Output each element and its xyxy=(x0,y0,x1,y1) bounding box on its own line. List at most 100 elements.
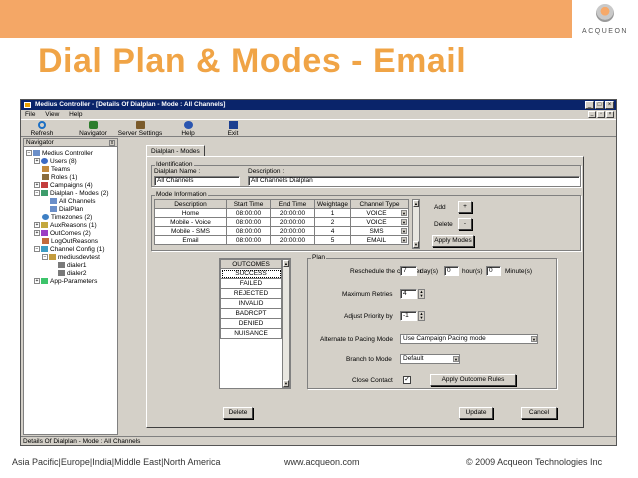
days-input[interactable]: 7 xyxy=(400,266,417,276)
channel-type-cell[interactable]: VOICE ▼ xyxy=(350,208,409,218)
menu-view[interactable]: View xyxy=(45,111,59,118)
mdi-close-button[interactable]: × xyxy=(606,111,614,118)
outcome-item-badrcpt[interactable]: BADRCPT xyxy=(220,308,282,319)
dropdown-arrow-icon[interactable]: ▼ xyxy=(531,336,537,342)
minutes-input[interactable]: 0 xyxy=(486,266,501,276)
cell[interactable]: 08:00:00 xyxy=(226,235,271,245)
toolbar-refresh-button[interactable]: Refresh xyxy=(27,121,57,137)
tree-item-mediusdevtest[interactable]: − mediusdevtest xyxy=(42,254,100,262)
collapse-icon[interactable]: − xyxy=(34,190,40,197)
dropdown-arrow-icon[interactable]: ▼ xyxy=(453,356,459,362)
tab-dialplan-modes[interactable]: Dialplan - Modes xyxy=(146,145,205,156)
tree-item-outcomes[interactable]: + OutComes (2) xyxy=(34,230,91,238)
mdi-minimize-button[interactable]: _ xyxy=(588,111,596,118)
tree-item-all-channels[interactable]: All Channels xyxy=(50,198,96,206)
maximize-button[interactable]: □ xyxy=(595,101,604,109)
navigator-close-icon[interactable]: x xyxy=(109,140,115,146)
col-end-time[interactable]: End Time xyxy=(270,199,315,209)
collapse-icon[interactable]: − xyxy=(34,246,40,253)
scroll-up-icon[interactable]: ▲ xyxy=(283,260,289,267)
toolbar-exit-button[interactable]: Exit xyxy=(223,121,243,137)
delete-button[interactable]: Delete xyxy=(223,407,253,419)
cell[interactable]: 08:00:00 xyxy=(226,226,271,236)
expand-icon[interactable]: + xyxy=(34,230,40,237)
scroll-down-icon[interactable]: ▼ xyxy=(283,380,289,387)
max-retries-spinner[interactable]: ▲ ▼ xyxy=(418,289,425,299)
outcomes-scrollbar[interactable]: ▲ ▼ xyxy=(282,259,290,388)
mdi-restore-button[interactable]: ▫ xyxy=(597,111,605,118)
max-retries-input[interactable]: 4 xyxy=(400,289,417,299)
toolbar-help-button[interactable]: Help xyxy=(177,121,199,137)
table-row[interactable]: Mobile - SMS 08:00:00 20:00:00 4 SMS ▼ xyxy=(154,226,409,236)
alternate-pacing-select[interactable]: Use Campaign Pacing mode ▼ xyxy=(400,334,538,344)
apply-modes-button[interactable]: Apply Modes xyxy=(432,235,474,247)
footer-url[interactable]: www.acqueon.com xyxy=(284,457,360,467)
expand-icon[interactable]: + xyxy=(34,222,40,229)
outcome-item-rejected[interactable]: REJECTED xyxy=(220,288,282,299)
cell[interactable]: 08:00:00 xyxy=(226,217,271,227)
outcome-item-success[interactable]: SUCCESS xyxy=(220,268,282,279)
delete-mode-button[interactable]: - xyxy=(458,218,472,230)
outcome-item-failed[interactable]: FAILED xyxy=(220,278,282,289)
table-row[interactable]: Mobile - Voice 08:00:00 20:00:00 2 VOICE… xyxy=(154,217,409,227)
minimize-button[interactable]: _ xyxy=(585,101,594,109)
hours-input[interactable]: 0 xyxy=(444,266,459,276)
dropdown-arrow-icon[interactable]: ▼ xyxy=(401,227,407,234)
cell[interactable]: 4 xyxy=(314,226,351,236)
table-row[interactable]: Home 08:00:00 20:00:00 1 VOICE ▼ xyxy=(154,208,409,218)
cell[interactable]: Mobile - SMS xyxy=(154,226,227,236)
dropdown-arrow-icon[interactable]: ▼ xyxy=(401,218,407,225)
dropdown-arrow-icon[interactable]: ▼ xyxy=(401,236,407,243)
cell[interactable]: 20:00:00 xyxy=(270,217,315,227)
col-description[interactable]: Description xyxy=(154,199,227,209)
col-start-time[interactable]: Start Time xyxy=(226,199,271,209)
expand-icon[interactable]: + xyxy=(34,278,40,285)
col-channel-type[interactable]: Channel Type xyxy=(350,199,409,209)
cell[interactable]: 5 xyxy=(314,235,351,245)
expand-icon[interactable]: + xyxy=(34,182,40,189)
cell[interactable]: 1 xyxy=(314,208,351,218)
toolbar-server-settings-button[interactable]: Server Settings xyxy=(117,121,163,137)
tree-item-dialer2[interactable]: dialer2 xyxy=(58,270,87,278)
expand-icon[interactable]: + xyxy=(34,158,40,165)
table-row[interactable]: Email 08:00:00 20:00:00 5 EMAIL ▼ xyxy=(154,235,409,245)
dialplan-name-input[interactable]: All Channels xyxy=(154,176,240,186)
cell[interactable]: Email xyxy=(154,235,227,245)
tree-item-campaigns[interactable]: + Campaigns (4) xyxy=(34,182,93,190)
scroll-up-icon[interactable]: ▲ xyxy=(413,200,419,207)
adjust-priority-input[interactable]: -1 xyxy=(400,311,417,321)
outcome-item-denied[interactable]: DENIED xyxy=(220,318,282,329)
branch-to-mode-select[interactable]: Default ▼ xyxy=(400,354,460,364)
close-contact-checkbox[interactable]: ✓ xyxy=(403,376,411,384)
tree-item-logoutreasons[interactable]: LogOutReasons xyxy=(42,238,98,246)
description-input[interactable]: All Channels Dialplan xyxy=(248,176,580,186)
apply-outcome-rules-button[interactable]: Apply Outcome Rules xyxy=(430,374,516,386)
add-mode-button[interactable]: + xyxy=(458,201,472,213)
channel-type-cell[interactable]: VOICE ▼ xyxy=(350,217,409,227)
tree-item-channel-config[interactable]: − Channel Config (1) xyxy=(34,246,105,254)
scroll-down-icon[interactable]: ▼ xyxy=(413,241,419,248)
tree-item-timezones[interactable]: Timezones (2) xyxy=(42,214,92,222)
tree-item-users[interactable]: + Users (8) xyxy=(34,158,77,166)
tree-item-dialplan[interactable]: DialPlan xyxy=(50,206,83,214)
update-button[interactable]: Update xyxy=(459,407,493,419)
adjust-priority-spinner[interactable]: ▲ ▼ xyxy=(418,311,425,321)
cell[interactable]: Home xyxy=(154,208,227,218)
dropdown-arrow-icon[interactable]: ▼ xyxy=(401,209,407,216)
outcome-item-nuisance[interactable]: NUISANCE xyxy=(220,328,282,339)
collapse-icon[interactable]: − xyxy=(26,150,32,157)
cell[interactable]: 2 xyxy=(314,217,351,227)
tree-item-dialer1[interactable]: dialer1 xyxy=(58,262,87,270)
tree-item-medius-controller[interactable]: − Medius Controller xyxy=(26,150,93,158)
outcome-item-invalid[interactable]: INVALID xyxy=(220,298,282,309)
channel-type-cell[interactable]: SMS ▼ xyxy=(350,226,409,236)
cell[interactable]: 20:00:00 xyxy=(270,226,315,236)
toolbar-navigator-button[interactable]: Navigator xyxy=(75,121,111,137)
menu-help[interactable]: Help xyxy=(69,111,82,118)
tree-item-roles[interactable]: Roles (1) xyxy=(42,174,77,182)
tree-item-teams[interactable]: Teams xyxy=(42,166,70,174)
tree-item-auxreasons[interactable]: + AuxReasons (1) xyxy=(34,222,97,230)
close-button[interactable]: × xyxy=(605,101,614,109)
collapse-icon[interactable]: − xyxy=(42,254,48,261)
channel-type-cell[interactable]: EMAIL ▼ xyxy=(350,235,409,245)
